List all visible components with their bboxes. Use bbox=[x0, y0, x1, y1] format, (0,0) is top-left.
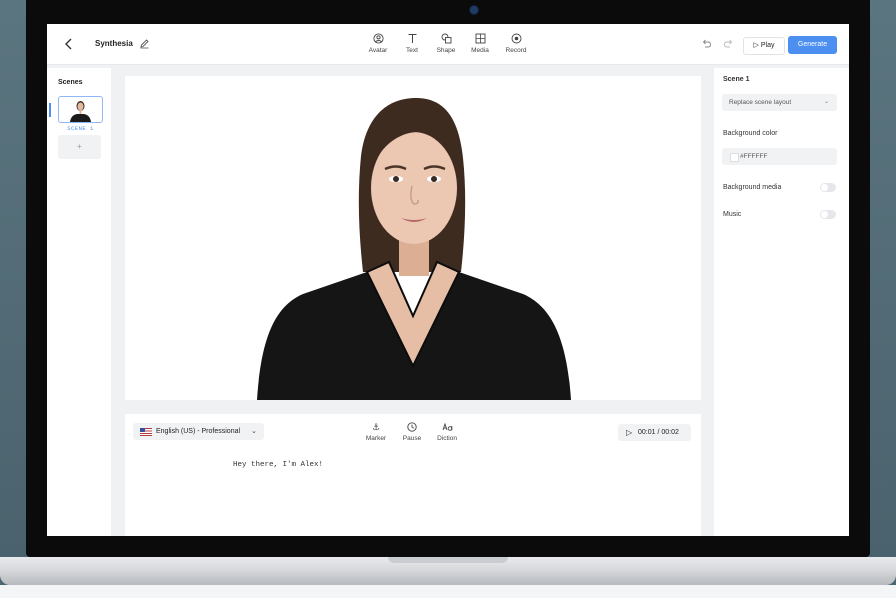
color-swatch bbox=[730, 153, 739, 162]
properties-panel: Scene 1 Replace scene layout ⌄ Backgroun… bbox=[714, 68, 849, 536]
preview-timer-button[interactable]: ▷ 00:01 / 00:02 bbox=[618, 424, 691, 441]
background-floor bbox=[0, 585, 896, 598]
clock-icon bbox=[396, 422, 428, 433]
play-icon: ▷ bbox=[626, 428, 633, 437]
background-media-label: Background media bbox=[723, 184, 782, 191]
tool-text-button[interactable]: Text bbox=[397, 33, 427, 54]
marker-icon: ⚓︎ bbox=[371, 422, 381, 432]
background-color-label: Background color bbox=[723, 130, 778, 137]
tool-media-button[interactable]: Media bbox=[465, 33, 495, 54]
diction-button[interactable]: Diction bbox=[431, 422, 463, 442]
scene-title: Scene 1 bbox=[723, 76, 750, 83]
chevron-down-icon: ⌄ bbox=[251, 428, 257, 435]
script-panel: English (US) - Professional ⌄ ⚓︎ Marker … bbox=[125, 414, 701, 536]
video-canvas[interactable] bbox=[125, 76, 701, 400]
diction-icon bbox=[431, 422, 463, 433]
background-color-field[interactable]: #FFFFFF bbox=[722, 148, 837, 165]
scene-layout-select[interactable]: Replace scene layout ⌄ bbox=[722, 94, 837, 111]
generate-button[interactable]: Generate bbox=[788, 36, 837, 54]
pause-button[interactable]: Pause bbox=[396, 422, 428, 442]
app-screen: Synthesia Avatar Text Shape Media Record bbox=[47, 24, 849, 536]
tool-label: Media bbox=[471, 47, 489, 54]
tool-avatar-button[interactable]: Avatar bbox=[363, 33, 393, 54]
background-color-value: #FFFFFF bbox=[740, 153, 768, 160]
tool-label: Avatar bbox=[368, 47, 388, 54]
scene-thumbnail[interactable] bbox=[58, 96, 103, 123]
tool-record-button[interactable]: Record bbox=[501, 33, 531, 54]
music-label: Music bbox=[723, 211, 742, 218]
edit-pencil-icon[interactable] bbox=[139, 38, 150, 52]
project-title[interactable]: Synthesia bbox=[95, 39, 133, 48]
marker-button[interactable]: ⚓︎ Marker bbox=[360, 422, 392, 442]
pause-label: Pause bbox=[402, 435, 422, 442]
scene-label: SCENE 1 bbox=[67, 125, 94, 132]
laptop-notch bbox=[388, 557, 508, 563]
music-toggle[interactable] bbox=[820, 210, 836, 219]
language-select[interactable]: English (US) - Professional ⌄ bbox=[133, 423, 264, 440]
record-icon bbox=[501, 33, 531, 45]
tool-label: Text bbox=[406, 47, 418, 54]
scene-active-indicator bbox=[49, 103, 51, 117]
play-button[interactable]: ▷ Play bbox=[743, 37, 785, 55]
avatar-icon bbox=[363, 33, 393, 45]
shape-icon bbox=[431, 33, 461, 45]
chevron-down-icon: ⌄ bbox=[824, 99, 830, 105]
avatar-image bbox=[257, 98, 571, 400]
scenes-panel: Scenes SCENE 1 + bbox=[47, 68, 111, 536]
media-icon bbox=[465, 33, 495, 45]
background-media-toggle[interactable] bbox=[820, 183, 836, 192]
redo-icon[interactable] bbox=[723, 38, 734, 52]
diction-label: Diction bbox=[437, 435, 457, 442]
marker-label: Marker bbox=[365, 435, 387, 442]
scenes-title: Scenes bbox=[58, 79, 83, 86]
back-arrow-icon[interactable] bbox=[61, 36, 77, 52]
tool-label: Shape bbox=[436, 47, 456, 54]
add-scene-button[interactable]: + bbox=[58, 135, 101, 159]
play-icon: ▷ bbox=[753, 42, 759, 49]
text-icon bbox=[397, 33, 427, 45]
scene-layout-placeholder: Replace scene layout bbox=[729, 99, 792, 106]
timer-text: 00:01 / 00:02 bbox=[638, 429, 679, 436]
language-label: English (US) - Professional bbox=[156, 428, 241, 435]
top-toolbar: Synthesia Avatar Text Shape Media Record bbox=[47, 24, 849, 65]
undo-icon[interactable] bbox=[701, 38, 712, 52]
tool-label: Record bbox=[505, 47, 527, 54]
script-text-editor[interactable]: Hey there, I'm Alex! bbox=[233, 461, 323, 469]
us-flag-icon bbox=[140, 428, 152, 436]
webcam-icon bbox=[470, 6, 478, 14]
play-button-label: Play bbox=[760, 42, 775, 49]
tool-shape-button[interactable]: Shape bbox=[431, 33, 461, 54]
